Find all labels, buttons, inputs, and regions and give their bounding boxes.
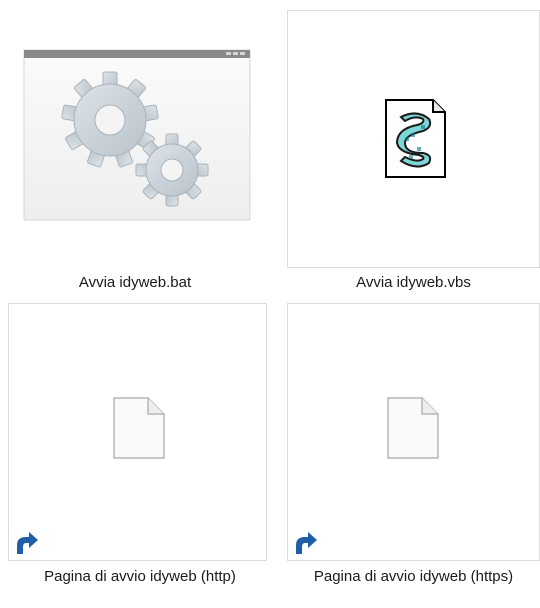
- file-item-avvia-idyweb-bat[interactable]: Avvia idyweb.bat: [0, 0, 270, 300]
- file-name-label: Pagina di avvio idyweb (http): [44, 568, 236, 585]
- file-name-label: Avvia idyweb.vbs: [356, 274, 471, 291]
- file-name-label: Pagina di avvio idyweb (https): [313, 568, 514, 585]
- file-thumbnail-frame: [8, 303, 267, 561]
- file-explorer-large-icons-view: Avvia idyweb.bat Avvia idyweb.vbs Pagina…: [0, 0, 540, 608]
- vbscript-file-icon: [385, 99, 446, 178]
- file-item-avvia-idyweb-vbs[interactable]: Avvia idyweb.vbs: [287, 0, 540, 300]
- blank-document-icon: [113, 397, 165, 459]
- blank-document-icon: [387, 397, 439, 459]
- batch-file-gears-icon: [20, 42, 252, 222]
- file-item-pagina-avvio-http[interactable]: Pagina di avvio idyweb (http): [0, 300, 280, 608]
- file-item-pagina-avvio-https[interactable]: Pagina di avvio idyweb (https): [287, 300, 540, 608]
- file-name-label: Avvia idyweb.bat: [78, 274, 192, 291]
- file-thumbnail-frame: [287, 10, 540, 268]
- shortcut-arrow-icon: [11, 528, 41, 558]
- shortcut-arrow-icon: [290, 528, 320, 558]
- file-thumbnail-frame: [287, 303, 540, 561]
